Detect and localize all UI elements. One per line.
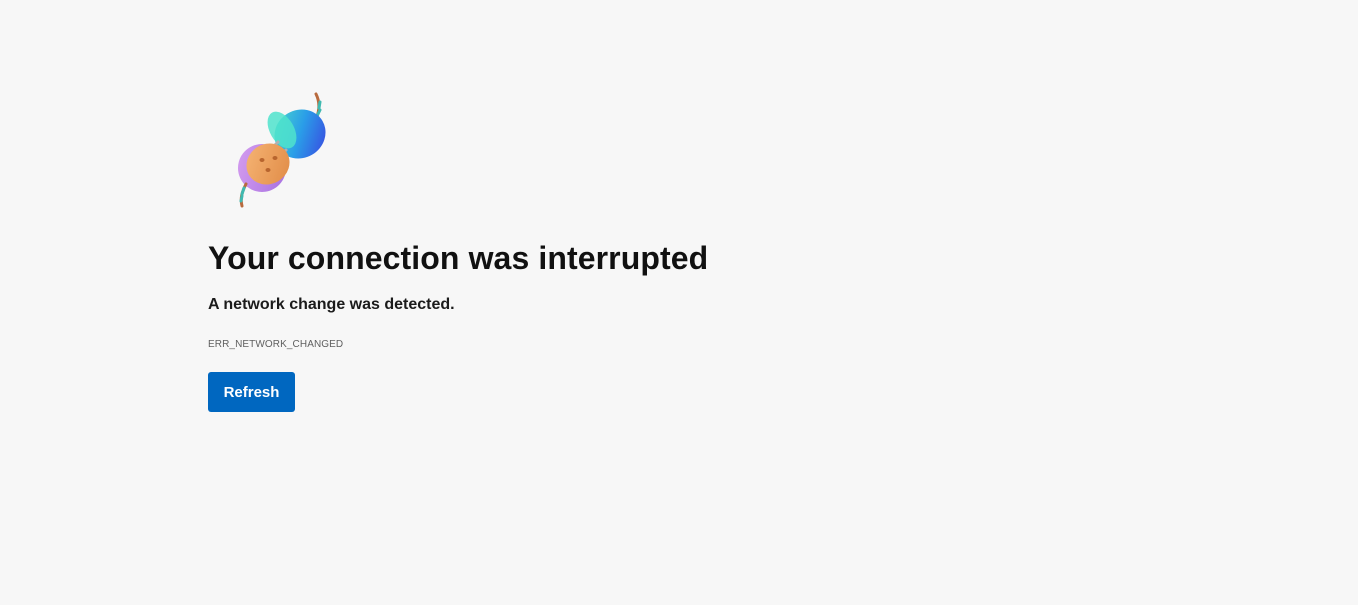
error-code: ERR_NETWORK_CHANGED xyxy=(208,339,344,350)
unplugged-plug-icon xyxy=(218,88,338,210)
error-page: Your connection was interrupted A networ… xyxy=(0,0,1358,605)
refresh-button[interactable]: Refresh xyxy=(208,372,295,412)
page-title: Your connection was interrupted xyxy=(208,240,709,276)
error-message: A network change was detected. xyxy=(208,296,455,313)
